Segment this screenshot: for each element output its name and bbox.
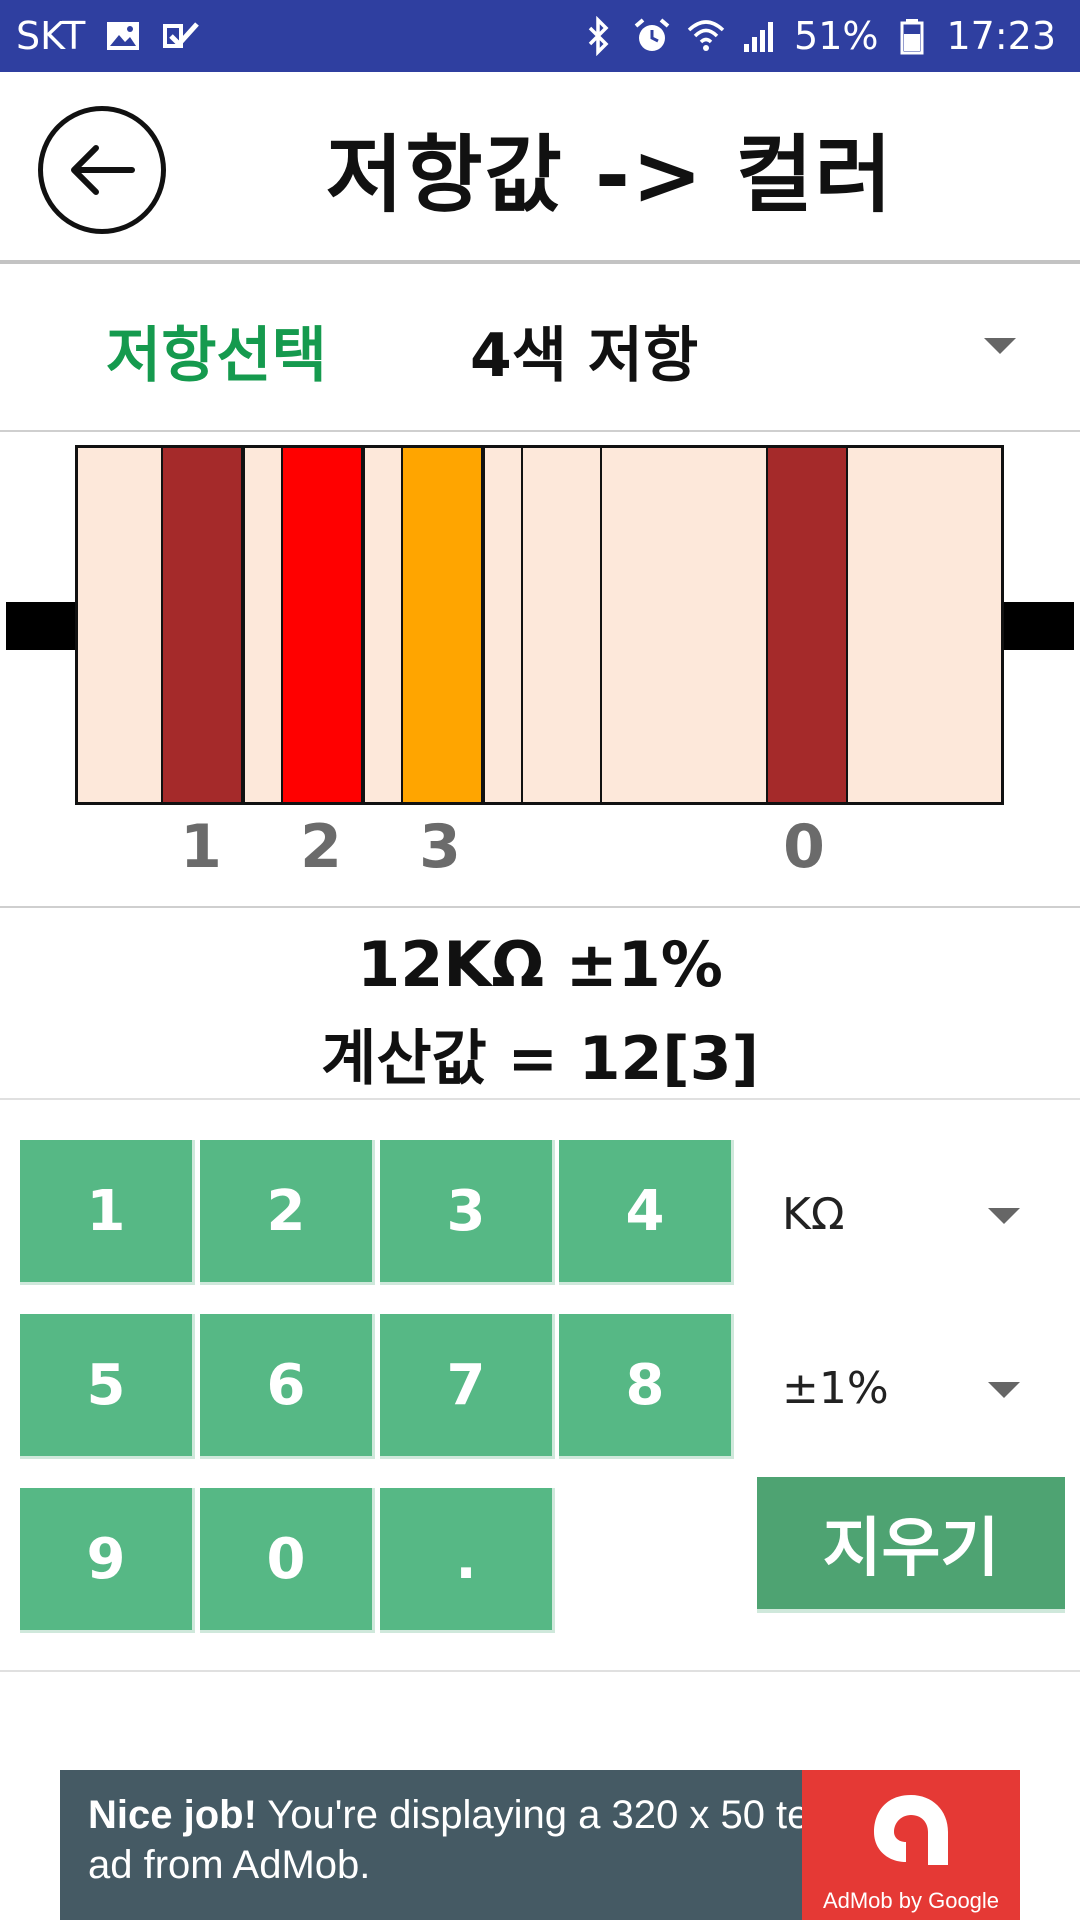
- keypad: 1 2 3 4 5 6 7 8 9 0 . KΩ ±1% 지우기: [0, 1100, 1080, 1672]
- selector-value[interactable]: 4색 저항: [470, 268, 698, 432]
- chevron-down-icon: [988, 1208, 1020, 1224]
- band-number-tolerance: 0: [783, 812, 825, 882]
- resistance-value: 12KΩ ±1%: [357, 928, 723, 1001]
- unit-dropdown-value: KΩ: [782, 1188, 845, 1240]
- alarm-icon: [632, 16, 672, 56]
- band-divider: [363, 448, 365, 802]
- band-divider: [243, 448, 245, 802]
- selector-label: 저항선택: [106, 320, 327, 391]
- key-3[interactable]: 3: [380, 1140, 555, 1285]
- status-bar-left: SKT: [16, 0, 201, 72]
- band-number-3: 3: [419, 812, 461, 882]
- band-divider: [483, 448, 485, 802]
- key-7[interactable]: 7: [380, 1314, 555, 1459]
- tolerance-band: [766, 448, 848, 802]
- key-4[interactable]: 4: [559, 1140, 734, 1285]
- signal-icon: [740, 16, 780, 56]
- ad-headline: Nice job!: [88, 1793, 257, 1837]
- status-bar-right: 51% 17:23: [578, 0, 1056, 72]
- arrow-left-icon: [71, 145, 135, 195]
- status-bar: SKT 51% 17:23: [0, 0, 1080, 72]
- band-divider: [521, 448, 523, 802]
- band-divider: [600, 448, 602, 802]
- app-header: 저항값 -> 컬러: [0, 72, 1080, 264]
- image-icon: [103, 16, 143, 56]
- check-icon: [161, 16, 201, 56]
- bluetooth-icon: [578, 16, 618, 56]
- key-9[interactable]: 9: [20, 1488, 195, 1633]
- battery-percent: 51%: [794, 14, 879, 58]
- carrier-label: SKT: [16, 14, 86, 58]
- band-number-1: 1: [180, 812, 222, 882]
- result-panel: 12KΩ ±1% 계산값 = 12[3]: [0, 910, 1080, 1100]
- admob-logo-text: AdMob by Google: [822, 1888, 1000, 1913]
- ad-banner[interactable]: Nice job! You're displaying a 320 x 50 t…: [60, 1770, 1020, 1920]
- back-button[interactable]: [38, 106, 166, 234]
- key-8[interactable]: 8: [559, 1314, 734, 1459]
- chevron-down-icon[interactable]: [984, 338, 1016, 354]
- admob-logo: AdMob by Google: [802, 1770, 1020, 1920]
- key-1[interactable]: 1: [20, 1140, 195, 1285]
- resistor-lead-right: [1000, 602, 1074, 650]
- resistor-lead-left: [6, 602, 78, 650]
- admob-icon: [874, 1795, 948, 1865]
- calculated-value: 계산값 = 12[3]: [321, 1024, 759, 1094]
- chevron-down-icon: [988, 1382, 1020, 1398]
- clock: 17:23: [946, 14, 1056, 58]
- key-5[interactable]: 5: [20, 1314, 195, 1459]
- unit-dropdown[interactable]: KΩ: [760, 1154, 1050, 1274]
- key-6[interactable]: 6: [200, 1314, 375, 1459]
- resistor-body: [75, 445, 1004, 805]
- resistor-type-selector[interactable]: 저항선택 4색 저항: [0, 268, 1080, 432]
- page-title: 저항값 -> 컬러: [325, 125, 895, 224]
- resistor-graphic: 1 2 3 0: [0, 432, 1080, 908]
- color-band-2: [281, 448, 363, 802]
- key-decimal[interactable]: .: [380, 1488, 555, 1633]
- band-number-2: 2: [300, 812, 342, 882]
- tolerance-dropdown-value: ±1%: [782, 1362, 889, 1414]
- wifi-icon: [686, 16, 726, 56]
- color-band-1: [161, 448, 243, 802]
- color-band-3: [401, 448, 483, 802]
- battery-icon: [892, 16, 932, 56]
- key-2[interactable]: 2: [200, 1140, 375, 1285]
- key-0[interactable]: 0: [200, 1488, 375, 1633]
- clear-button[interactable]: 지우기: [757, 1477, 1065, 1613]
- tolerance-dropdown[interactable]: ±1%: [760, 1328, 1050, 1448]
- ad-text: Nice job! You're displaying a 320 x 50 t…: [88, 1790, 848, 1890]
